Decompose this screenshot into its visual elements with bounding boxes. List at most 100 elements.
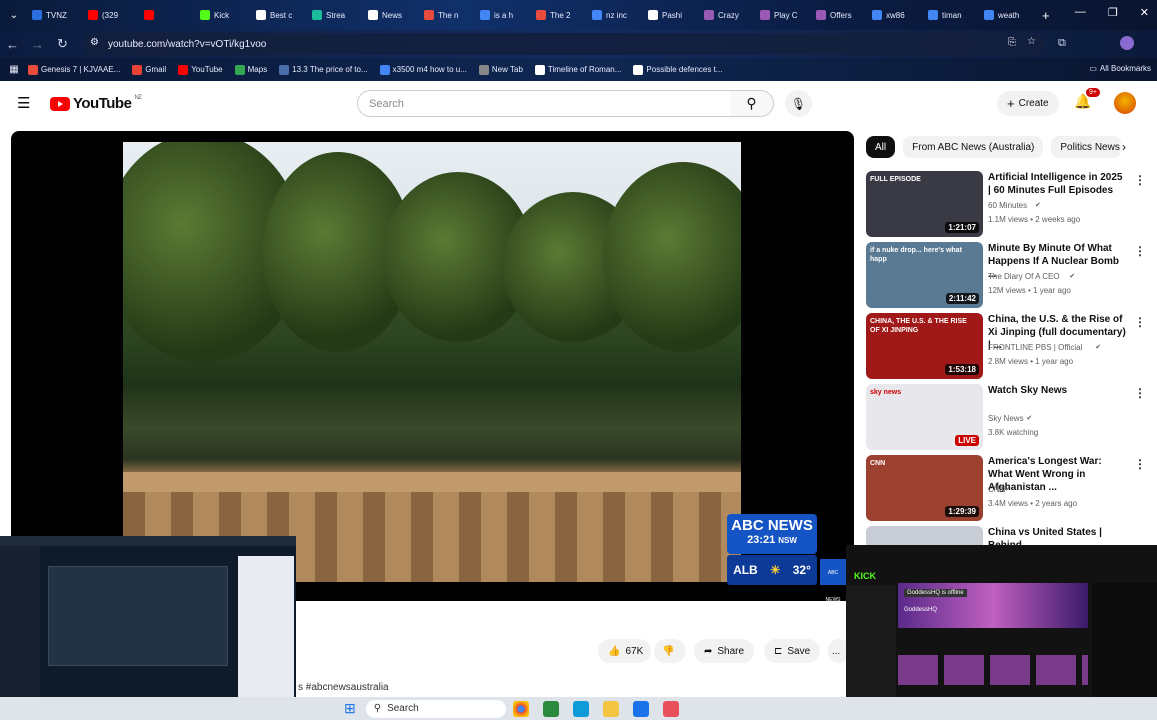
- save-button[interactable]: ⊏ Save: [764, 639, 821, 663]
- filter-chip[interactable]: Politics News: [1051, 136, 1122, 158]
- tab-label: Offers: [830, 10, 852, 20]
- more-options-icon[interactable]: ⋮: [1134, 457, 1146, 471]
- site-info-icon[interactable]: ⚙: [90, 37, 99, 48]
- verified-icon: ✔: [1026, 415, 1033, 422]
- video-thumbnail[interactable]: CHINA, THE U.S. & THE RISE OF XI JINPING…: [866, 313, 983, 379]
- channel-name[interactable]: CNN: [988, 485, 1005, 494]
- folder-taskbar-icon[interactable]: [602, 700, 619, 717]
- maximize-button[interactable]: ❐: [1108, 6, 1118, 19]
- search-button[interactable]: ⚲: [730, 90, 774, 117]
- browser-tab[interactable]: (329: [84, 3, 140, 27]
- menu-icon[interactable]: ☰: [17, 94, 30, 112]
- video-thumbnail[interactable]: if a nuke drop... here's what happ 2:11:4…: [866, 242, 983, 308]
- bookmark-item[interactable]: 13.3 The price of to...: [279, 64, 368, 75]
- recommendation-item[interactable]: sky news LIVE Watch Sky News Sky News ✔ 3.8K…: [866, 384, 1152, 450]
- browser-tab[interactable]: Offers: [812, 3, 868, 27]
- browser-tab[interactable]: Kick: [196, 3, 252, 27]
- browser-tab[interactable]: timan: [924, 3, 980, 27]
- channel-name[interactable]: Sky News: [988, 414, 1024, 423]
- bookmark-item[interactable]: Timeline of Roman...: [534, 64, 621, 75]
- more-options-icon[interactable]: ⋮: [1134, 173, 1146, 187]
- like-button[interactable]: 👍 67K: [598, 639, 652, 663]
- tab-label: News: [382, 10, 403, 20]
- filter-chip[interactable]: From ABC News (Australia): [903, 136, 1044, 158]
- thumbnail-caption: FULL EPISODE: [870, 176, 921, 183]
- video-title[interactable]: Watch Sky News: [988, 384, 1128, 397]
- chevron-right-icon[interactable]: ›: [1122, 140, 1126, 154]
- channel-name[interactable]: 60 Minutes: [988, 201, 1027, 210]
- reload-icon[interactable]: ↻: [50, 36, 75, 52]
- bookmark-item[interactable]: New Tab: [478, 64, 523, 75]
- more-options-icon[interactable]: ⋮: [1134, 386, 1146, 400]
- channel-name[interactable]: FRONTLINE PBS | Official: [988, 343, 1082, 352]
- back-icon[interactable]: ←: [0, 37, 25, 52]
- youtube-logo[interactable]: YouTube NZ: [50, 95, 142, 112]
- bookmark-star-icon[interactable]: ☆: [1027, 36, 1036, 47]
- tab-favicon-icon: [256, 10, 266, 20]
- all-bookmarks-link[interactable]: ▭ All Bookmarks: [1089, 64, 1151, 73]
- channel-name: GoddessHQ: [904, 607, 938, 613]
- browser-tab[interactable]: is a h: [476, 3, 532, 27]
- recommendation-item[interactable]: FULL EPISODE 1:21:07 Artificial Intelligen…: [866, 171, 1152, 237]
- browser-tab[interactable]: Strea: [308, 3, 364, 27]
- browser-tab[interactable]: The 2: [532, 3, 588, 27]
- dislike-button[interactable]: 👎: [654, 639, 686, 663]
- taskbar-search[interactable]: ⚲ Search: [365, 699, 506, 718]
- chrome-taskbar-icon[interactable]: [512, 700, 529, 717]
- browser-tab[interactable]: Pashi: [644, 3, 700, 27]
- recommendation-item[interactable]: CHINA, THE U.S. & THE RISE OF XI JINPING…: [866, 313, 1152, 379]
- video-player[interactable]: ABC NEWS 23:21 NSW ALB ☀ 32° ABC NEWS: [11, 131, 854, 601]
- recommendation-item[interactable]: CNN 1:29:39 America's Longest War: What We…: [866, 455, 1152, 521]
- forward-icon[interactable]: →: [25, 37, 50, 52]
- more-options-icon[interactable]: ⋮: [1134, 244, 1146, 258]
- tab-label: Best c: [270, 10, 293, 20]
- video-thumbnail[interactable]: FULL EPISODE 1:21:07: [866, 171, 983, 237]
- new-tab-button[interactable]: +: [1042, 8, 1050, 23]
- share-button[interactable]: ➦ Share: [694, 639, 755, 663]
- bookmark-favicon-icon: [28, 64, 38, 75]
- browser-tab[interactable]: Crazy: [700, 3, 756, 27]
- apps-icon[interactable]: ▦: [0, 64, 28, 75]
- bookmark-item[interactable]: YouTube: [178, 64, 223, 75]
- browser-tab[interactable]: xw86: [868, 3, 924, 27]
- video-thumbnail[interactable]: sky news LIVE: [866, 384, 983, 450]
- search-input[interactable]: Search: [357, 90, 731, 117]
- browser-tab[interactable]: Play C: [756, 3, 812, 27]
- video-thumbnail[interactable]: CNN 1:29:39: [866, 455, 983, 521]
- bookmark-item[interactable]: Genesis 7 | KJVAAE...: [28, 64, 120, 75]
- browser-tab[interactable]: TVNZ: [28, 3, 84, 27]
- tab-search-icon[interactable]: ⌄: [0, 10, 28, 21]
- bookmark-label: New Tab: [491, 65, 523, 74]
- timezone: NSW: [778, 536, 797, 545]
- close-window-button[interactable]: ✕: [1140, 6, 1149, 19]
- minimize-button[interactable]: —: [1075, 6, 1086, 19]
- filter-chip[interactable]: All: [866, 136, 896, 158]
- app-taskbar-icon[interactable]: [542, 700, 559, 717]
- browser-tab[interactable]: weath: [980, 3, 1036, 27]
- video-title[interactable]: Artificial Intelligence in 2025 | 60 Min…: [988, 171, 1128, 197]
- install-icon[interactable]: ⎘: [1008, 37, 1016, 48]
- browser-tab[interactable]: [140, 3, 196, 27]
- browser-tab[interactable]: News: [364, 3, 420, 27]
- app2-taskbar-icon[interactable]: [632, 700, 649, 717]
- windows-start-icon[interactable]: ⊞: [344, 700, 356, 717]
- profile-icon[interactable]: [1120, 36, 1134, 50]
- description-hashtag[interactable]: s #abcnewsaustralia: [298, 682, 389, 693]
- avatar[interactable]: [1114, 92, 1136, 114]
- bookmark-item[interactable]: Gmail: [132, 64, 166, 75]
- voice-search-button[interactable]: 🎙: [785, 90, 812, 117]
- more-options-icon[interactable]: ⋮: [1134, 315, 1146, 329]
- extensions-icon[interactable]: ⧉: [1058, 37, 1066, 50]
- bookmark-item[interactable]: x3500 m4 how to u...: [379, 64, 467, 75]
- bookmark-item[interactable]: Maps: [234, 64, 267, 75]
- browser-tab[interactable]: The n: [420, 3, 476, 27]
- browser-tab[interactable]: nz inc: [588, 3, 644, 27]
- create-button[interactable]: + Create: [997, 91, 1059, 116]
- browser-tab[interactable]: Best c: [252, 3, 308, 27]
- bookmark-item[interactable]: Possible defences t...: [633, 64, 722, 75]
- channel-name[interactable]: The Diary Of A CEO: [988, 272, 1060, 281]
- app3-taskbar-icon[interactable]: [662, 700, 679, 717]
- address-bar[interactable]: ⚙ youtube.com/watch?v=vOTi/kg1voo ⎘ ☆: [82, 33, 1046, 55]
- edge-taskbar-icon[interactable]: [572, 700, 589, 717]
- recommendation-item[interactable]: if a nuke drop... here's what happ 2:11:4…: [866, 242, 1152, 308]
